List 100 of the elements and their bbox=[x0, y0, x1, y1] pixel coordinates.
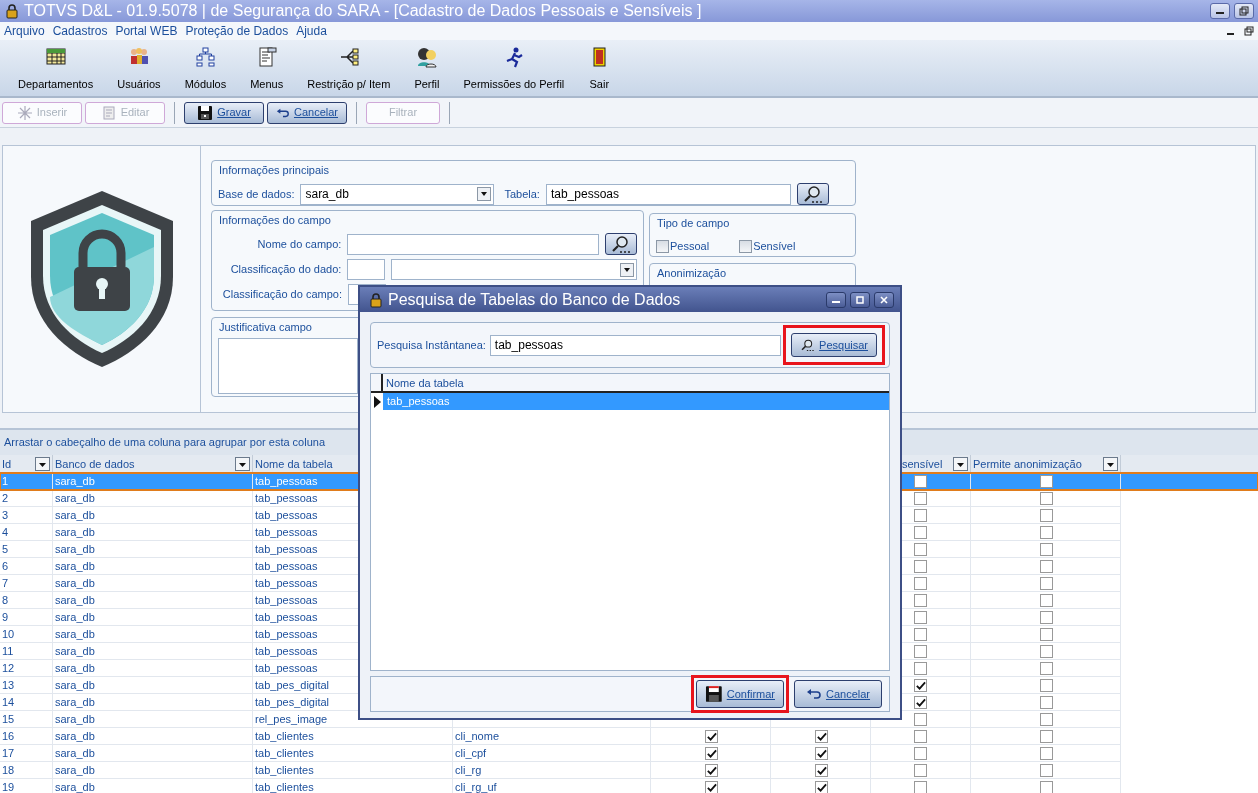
checkbox[interactable] bbox=[1040, 491, 1053, 505]
minimize-button[interactable] bbox=[1210, 3, 1230, 19]
checkbox[interactable] bbox=[914, 542, 927, 556]
table-row[interactable]: 17 sara_db tab_clientes cli_cpf bbox=[0, 745, 1258, 762]
field-label: Classificação do campo: bbox=[221, 287, 342, 303]
checkbox[interactable] bbox=[739, 239, 753, 253]
checkbox[interactable] bbox=[1040, 661, 1053, 675]
menu-item[interactable]: Ajuda bbox=[296, 22, 327, 40]
action-button[interactable]: Cancelar bbox=[267, 101, 347, 124]
cancel-button[interactable]: Cancelar bbox=[794, 680, 882, 708]
menu-item[interactable]: Portal WEB bbox=[115, 22, 178, 40]
checkbox[interactable] bbox=[1040, 695, 1053, 709]
toolbar-button[interactable]: Restrição p/ Item bbox=[295, 46, 403, 93]
checkbox[interactable] bbox=[914, 661, 927, 675]
checkbox[interactable] bbox=[705, 763, 718, 777]
table-cell: sara_db bbox=[53, 745, 253, 762]
search-button[interactable] bbox=[796, 183, 829, 205]
table-row[interactable]: 19 sara_db tab_clientes cli_rg_uf bbox=[0, 779, 1258, 793]
column-header[interactable]: Permite anonimização bbox=[973, 455, 1101, 473]
checkbox[interactable] bbox=[815, 763, 828, 777]
table-cell: sara_db bbox=[53, 609, 253, 626]
checkbox[interactable] bbox=[914, 610, 927, 624]
column-header[interactable]: Nome da tabela bbox=[383, 374, 464, 391]
checkbox[interactable] bbox=[1040, 763, 1053, 777]
menu-item[interactable]: Cadastros bbox=[52, 22, 108, 40]
toolbar-button[interactable]: Departamentos bbox=[6, 46, 106, 93]
search-button[interactable] bbox=[605, 233, 637, 255]
column-header[interactable]: Id bbox=[2, 455, 33, 473]
checkbox[interactable] bbox=[705, 780, 718, 793]
checkbox[interactable] bbox=[1040, 678, 1053, 692]
checkbox[interactable] bbox=[656, 239, 669, 253]
checkbox[interactable] bbox=[914, 712, 927, 726]
checkbox[interactable] bbox=[914, 559, 927, 573]
column-filter-button[interactable] bbox=[35, 457, 50, 471]
checkbox[interactable] bbox=[914, 746, 927, 760]
checkbox[interactable] bbox=[1040, 542, 1053, 556]
table-cell: tab_clientes bbox=[253, 779, 453, 793]
menu-item[interactable]: Arquivo bbox=[4, 22, 45, 40]
checkbox[interactable] bbox=[914, 525, 927, 539]
justification-textarea[interactable] bbox=[218, 338, 358, 394]
field-label: Pesquisa Instântanea: bbox=[377, 337, 486, 353]
toolbar-button[interactable]: Sair bbox=[576, 46, 623, 93]
table-field[interactable]: tab_pessoas bbox=[545, 183, 791, 205]
checkbox[interactable] bbox=[914, 763, 927, 777]
code-input[interactable] bbox=[347, 259, 386, 280]
checkbox[interactable] bbox=[914, 576, 927, 590]
toolbar-button[interactable]: Usuários bbox=[105, 46, 173, 93]
restore-button[interactable] bbox=[1234, 3, 1254, 19]
checkbox[interactable] bbox=[815, 729, 828, 743]
checkbox[interactable] bbox=[914, 780, 927, 793]
action-button[interactable]: Gravar bbox=[184, 101, 264, 124]
minimize-button[interactable] bbox=[826, 291, 846, 308]
column-filter-button[interactable] bbox=[235, 457, 250, 471]
checkbox[interactable] bbox=[1040, 559, 1053, 573]
database-select[interactable]: sara_db bbox=[300, 183, 495, 205]
confirm-button[interactable]: Confirmar bbox=[696, 680, 784, 708]
maximize-button[interactable] bbox=[850, 291, 870, 308]
table-row[interactable]: 16 sara_db tab_clientes cli_nome bbox=[0, 728, 1258, 745]
checkbox[interactable] bbox=[1040, 576, 1053, 590]
table-row[interactable]: 18 sara_db tab_clientes cli_rg bbox=[0, 762, 1258, 779]
checkbox[interactable] bbox=[914, 593, 927, 607]
checkbox[interactable] bbox=[1040, 508, 1053, 522]
checkbox[interactable] bbox=[1040, 610, 1053, 624]
checkbox[interactable] bbox=[914, 491, 927, 505]
close-button[interactable] bbox=[874, 291, 894, 308]
toolbar-button[interactable]: Menus bbox=[238, 46, 296, 93]
checkbox[interactable] bbox=[914, 627, 927, 641]
checkbox[interactable] bbox=[914, 644, 927, 658]
checkbox[interactable] bbox=[1040, 644, 1053, 658]
checkbox[interactable] bbox=[1040, 593, 1053, 607]
toolbar-button[interactable]: Módulos bbox=[172, 46, 239, 93]
checkbox[interactable] bbox=[1040, 780, 1053, 793]
checkbox[interactable] bbox=[914, 729, 927, 743]
checkbox[interactable] bbox=[705, 729, 718, 743]
column-filter-button[interactable] bbox=[953, 457, 968, 471]
checkbox[interactable] bbox=[815, 746, 828, 760]
toolbar-button[interactable]: Permissões do Perfil bbox=[451, 46, 577, 93]
checkbox[interactable] bbox=[914, 678, 927, 692]
toolbar-button[interactable]: Perfil bbox=[402, 46, 452, 93]
checkbox[interactable] bbox=[815, 780, 828, 793]
column-header[interactable]: Banco de dados bbox=[55, 455, 233, 473]
checkbox[interactable] bbox=[1040, 474, 1053, 488]
checkbox-label: Sensível bbox=[753, 239, 796, 254]
search-button[interactable]: Pesquisar bbox=[791, 333, 877, 357]
field-name-input[interactable] bbox=[347, 233, 600, 255]
checkbox[interactable] bbox=[914, 508, 927, 522]
checkbox[interactable] bbox=[1040, 525, 1053, 539]
checkbox[interactable] bbox=[705, 746, 718, 760]
checkbox[interactable] bbox=[914, 474, 927, 488]
check-icon bbox=[706, 730, 717, 742]
checkbox[interactable] bbox=[1040, 729, 1053, 743]
checkbox[interactable] bbox=[1040, 746, 1053, 760]
search-field[interactable]: tab_pessoas bbox=[489, 334, 781, 356]
table-cell: sara_db bbox=[53, 711, 253, 728]
menu-item[interactable]: Proteção de Dados bbox=[185, 22, 289, 40]
checkbox[interactable] bbox=[1040, 712, 1053, 726]
search-icon bbox=[610, 234, 633, 254]
column-filter-button[interactable] bbox=[1103, 457, 1118, 471]
checkbox[interactable] bbox=[914, 695, 927, 709]
checkbox[interactable] bbox=[1040, 627, 1053, 641]
